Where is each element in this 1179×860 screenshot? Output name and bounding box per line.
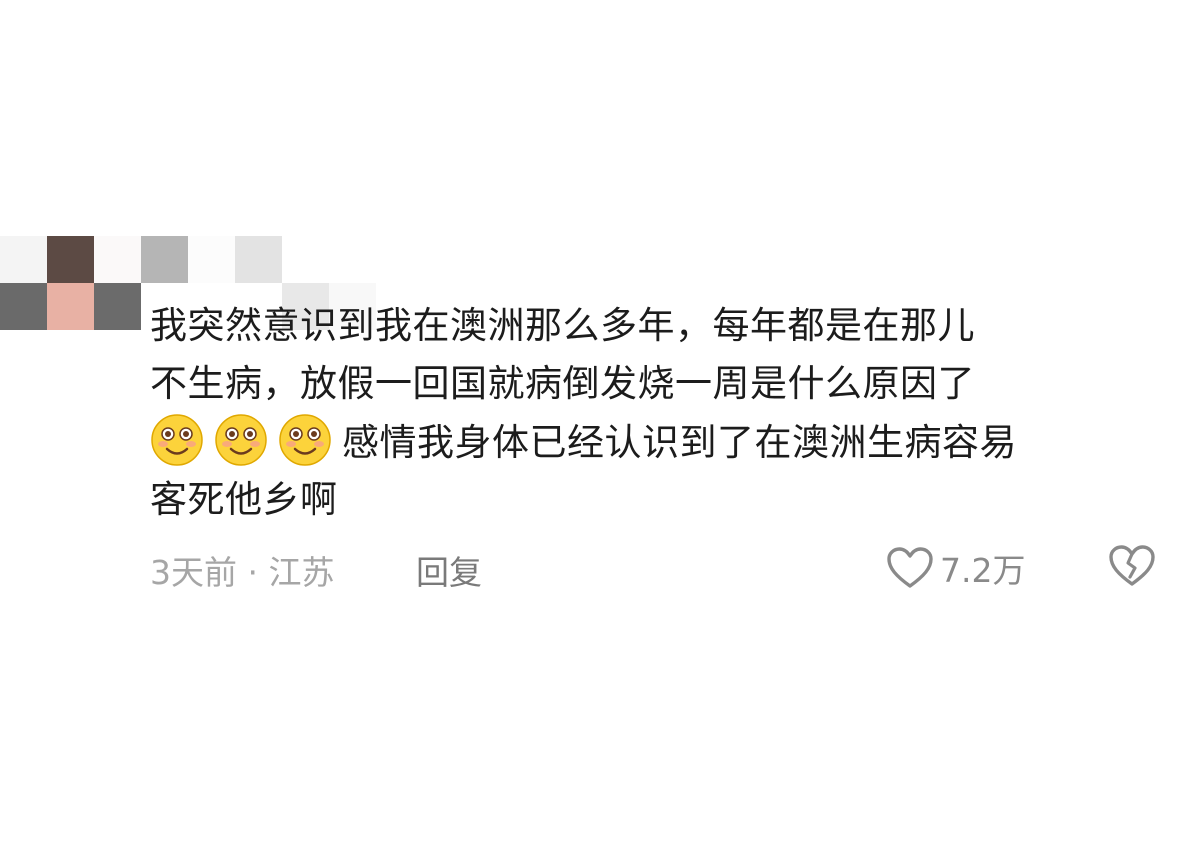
blushing-smile-emoji-icon <box>278 413 332 467</box>
mosaic-block <box>141 236 188 283</box>
mosaic-block <box>47 283 94 330</box>
mosaic-block <box>47 236 94 283</box>
comment-text: 我突然意识到我在澳洲那么多年，每年都是在那儿 不生病，放假一回国就病倒发烧一周是… <box>150 297 1160 529</box>
comment-line-text: 感情我身体已经认识到了在澳洲生病容易 <box>342 421 1017 464</box>
mosaic-block <box>329 236 376 283</box>
comment-meta-row: 3天前 · 江苏 回复 7.2万 <box>150 540 1160 596</box>
mosaic-block <box>94 283 141 330</box>
broken-heart-icon <box>1108 544 1156 588</box>
comment-line: 不生病，放假一回国就病倒发烧一周是什么原因了 <box>150 362 975 405</box>
blushing-smile-emoji-icon <box>150 413 204 467</box>
dislike-button[interactable] <box>1108 544 1156 588</box>
blushing-smile-emoji-icon <box>214 413 268 467</box>
mosaic-block <box>0 283 47 330</box>
comment-line: 客死他乡啊 <box>150 478 338 521</box>
reply-button[interactable]: 回复 <box>416 546 482 594</box>
comment-line: 我突然意识到我在澳洲那么多年，每年都是在那儿 <box>150 304 975 347</box>
mosaic-block <box>235 236 282 283</box>
like-count: 7.2万 <box>940 551 1026 590</box>
time-location-text: 3天前 · 江苏 <box>150 553 335 592</box>
like-button[interactable]: 7.2万 <box>886 540 1025 596</box>
comment-card: 我突然意识到我在澳洲那么多年，每年都是在那儿 不生病，放假一回国就病倒发烧一周是… <box>0 0 1179 860</box>
heart-outline-icon <box>886 546 934 590</box>
emoji-group <box>150 414 342 466</box>
mosaic-block <box>0 236 47 283</box>
mosaic-block <box>94 236 141 283</box>
comment-line-with-emoji: 感情我身体已经认识到了在澳洲生病容易 <box>150 413 1160 471</box>
mosaic-block <box>282 236 329 283</box>
mosaic-block <box>188 236 235 283</box>
